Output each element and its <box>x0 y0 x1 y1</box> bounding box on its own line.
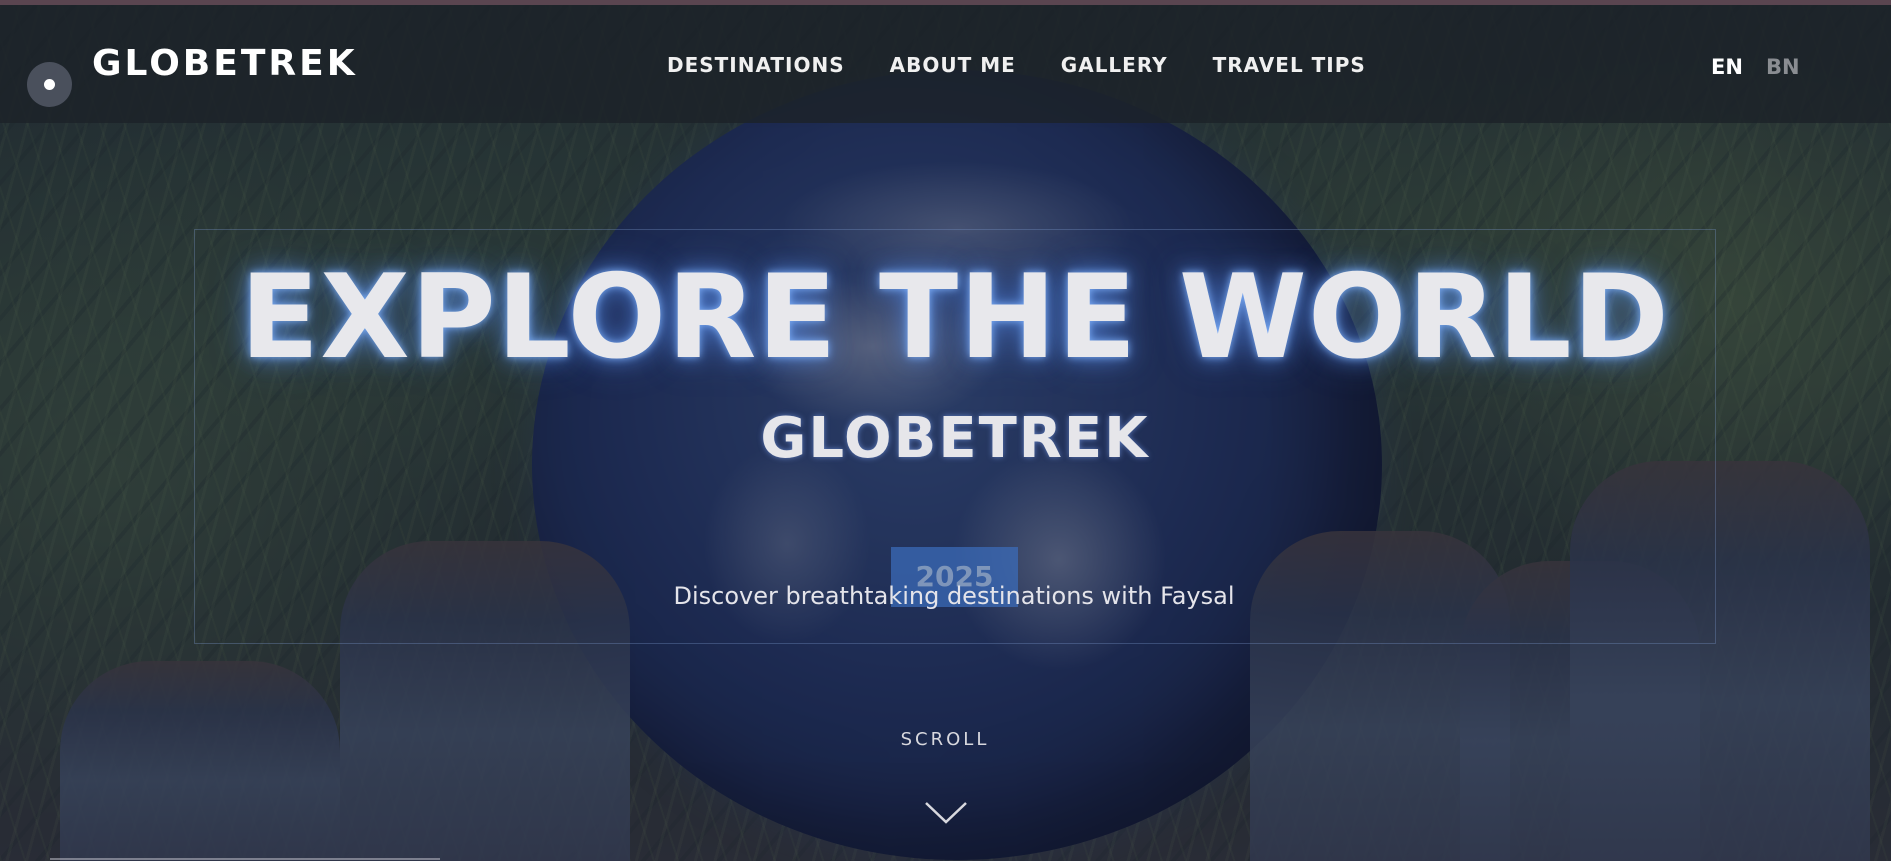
logo-icon[interactable] <box>27 62 72 107</box>
logo-dot <box>44 79 55 90</box>
nav-gallery[interactable]: GALLERY <box>1061 53 1168 77</box>
chevron-down-icon[interactable] <box>924 800 968 826</box>
nav-destinations[interactable]: DESTINATIONS <box>667 53 845 77</box>
brand-logo[interactable]: GLOBETREK <box>92 43 358 84</box>
hero-tagline: Discover breathtaking destinations with … <box>673 582 1235 610</box>
language-en-button[interactable]: EN <box>1711 55 1743 79</box>
navbar: GLOBETREK DESTINATIONS ABOUT ME GALLERY … <box>0 5 1891 123</box>
top-border <box>0 0 1891 5</box>
nav-travel-tips[interactable]: TRAVEL TIPS <box>1213 53 1366 77</box>
scroll-progress-line <box>50 858 440 860</box>
main-nav: DESTINATIONS ABOUT ME GALLERY TRAVEL TIP… <box>667 53 1411 77</box>
scroll-label[interactable]: SCROLL <box>0 729 1890 750</box>
hero-title: EXPLORE THE WORLD <box>240 250 1670 385</box>
language-bn-button[interactable]: BN <box>1766 55 1800 79</box>
hero-subtitle: GLOBETREK <box>760 406 1150 471</box>
nav-about-me[interactable]: ABOUT ME <box>890 53 1016 77</box>
